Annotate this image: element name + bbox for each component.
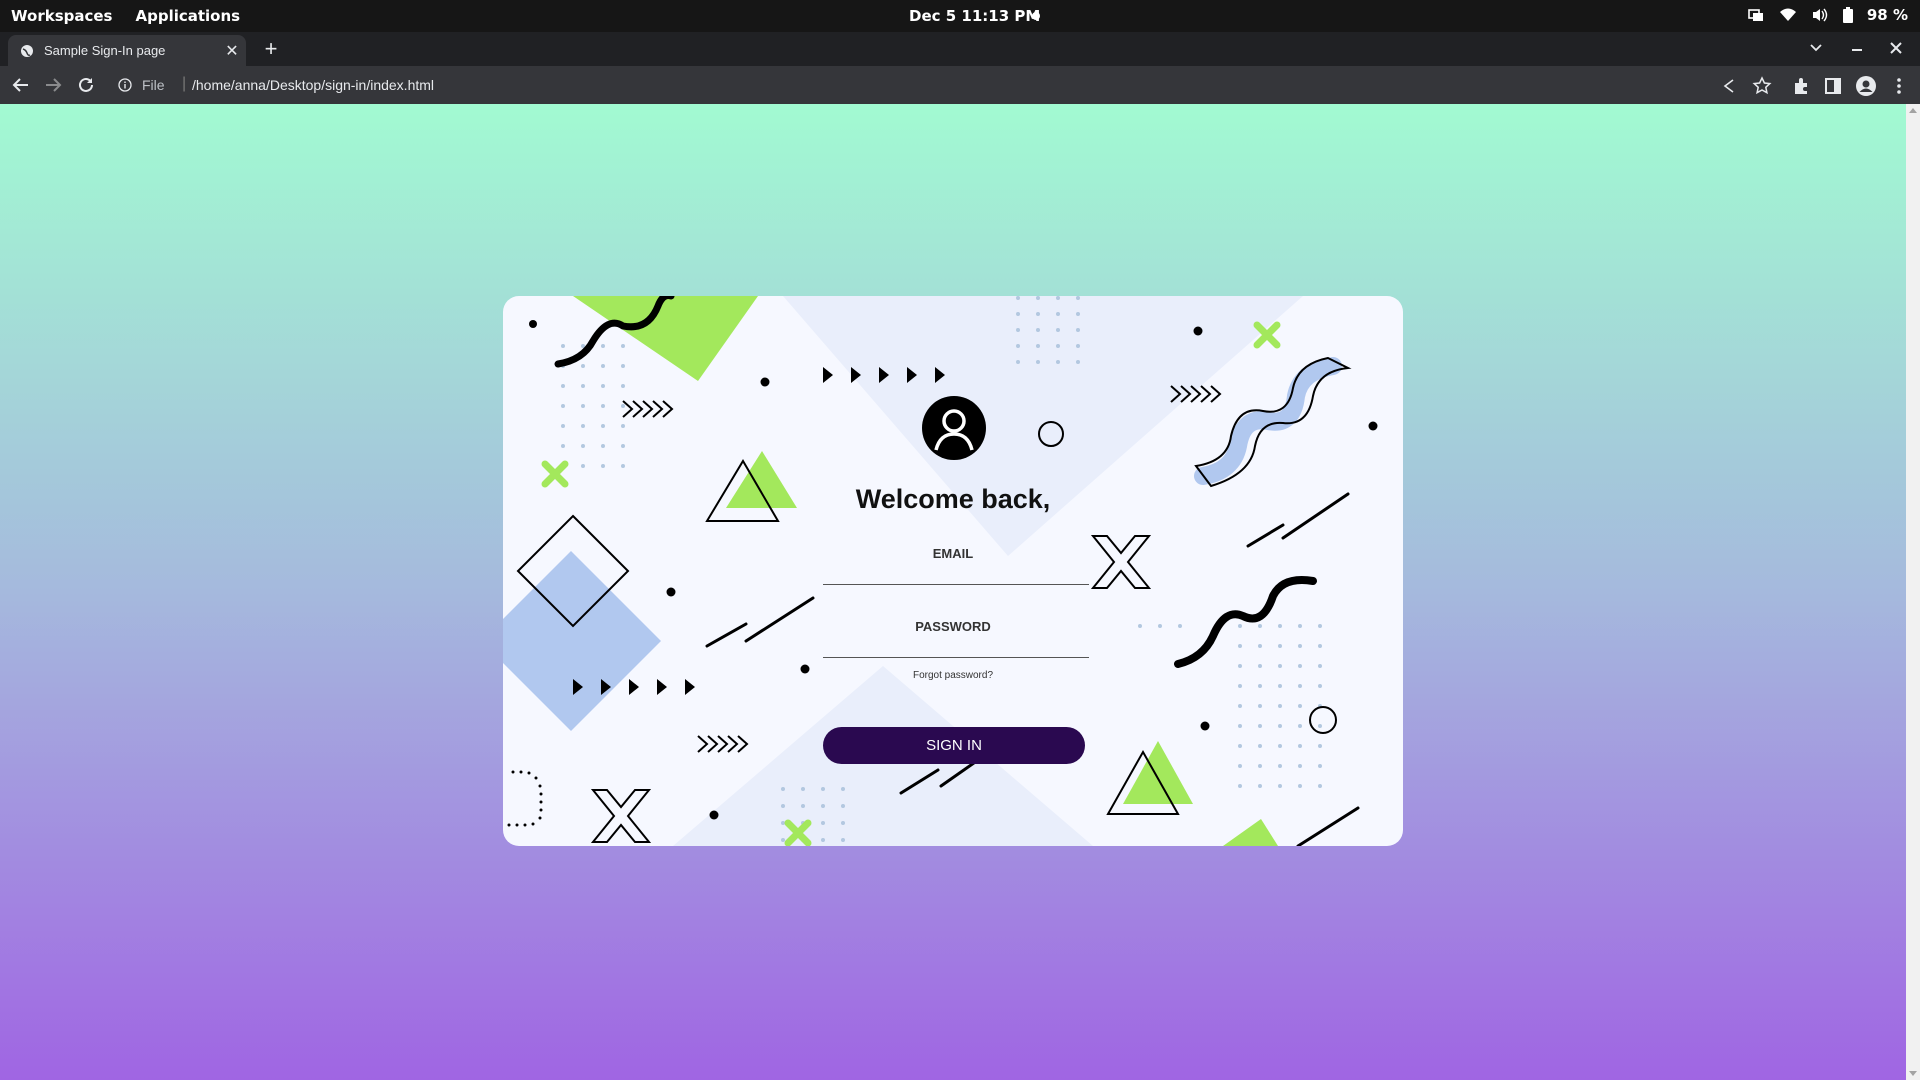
workspaces-button[interactable]: Workspaces [11,7,112,25]
close-window-icon[interactable] [1890,42,1902,54]
browser-toolbar: File | /home/anna/Desktop/sign-in/index.… [0,66,1920,104]
clock[interactable]: Dec 5 11:13 PM [909,7,1040,25]
forward-icon[interactable] [42,74,64,96]
minimize-icon[interactable] [1852,48,1862,52]
tab-search-icon[interactable] [1810,44,1822,52]
bookmark-star-icon[interactable] [1751,75,1773,97]
forgot-password-link[interactable]: Forgot password? [503,670,1403,681]
network-share-icon[interactable] [1747,7,1765,23]
sign-in-card: Welcome back, EMAIL PASSWORD Forgot pass… [503,296,1403,846]
url-text[interactable]: /home/anna/Desktop/sign-in/index.html [192,77,434,93]
share-icon[interactable] [1718,75,1740,97]
new-tab-button[interactable]: + [258,37,284,63]
tab-sample-sign-in[interactable]: Sample Sign-In page ✕ [8,35,246,66]
back-icon[interactable] [10,74,32,96]
battery-percentage[interactable]: 98 % [1867,6,1908,24]
sign-in-button[interactable]: SIGN IN [823,727,1085,764]
scroll-down-icon[interactable] [1909,1071,1917,1076]
menu-kebab-icon[interactable] [1888,75,1910,97]
volume-icon[interactable] [1811,7,1829,23]
tab-close-icon[interactable]: ✕ [218,41,246,61]
side-panel-icon[interactable] [1822,75,1844,97]
password-field[interactable] [823,632,1089,658]
tab-strip: Sample Sign-In page ✕ + [0,32,1920,66]
notification-dot [1032,12,1040,20]
reload-icon[interactable] [75,74,97,96]
scheme-label: File [142,77,165,93]
page-viewport: Welcome back, EMAIL PASSWORD Forgot pass… [0,104,1906,1080]
profile-avatar-icon[interactable] [1855,75,1877,97]
globe-icon [21,44,33,57]
address-bar[interactable]: File | /home/anna/Desktop/sign-in/index.… [110,70,1790,100]
url-separator: | [182,75,187,92]
page-scrollbar[interactable] [1906,104,1920,1080]
applications-button[interactable]: Applications [135,7,240,25]
battery-icon[interactable] [1842,7,1853,23]
user-avatar-icon [922,396,986,460]
system-top-bar: Workspaces Applications Dec 5 11:13 PM 9… [0,0,1920,32]
info-icon[interactable] [118,78,132,92]
tab-title: Sample Sign-In page [44,43,166,58]
scroll-up-icon[interactable] [1909,108,1917,113]
extensions-icon[interactable] [1790,75,1812,97]
page-title: Welcome back, [855,484,1051,514]
email-field[interactable] [823,559,1089,585]
wifi-icon[interactable] [1779,7,1797,23]
